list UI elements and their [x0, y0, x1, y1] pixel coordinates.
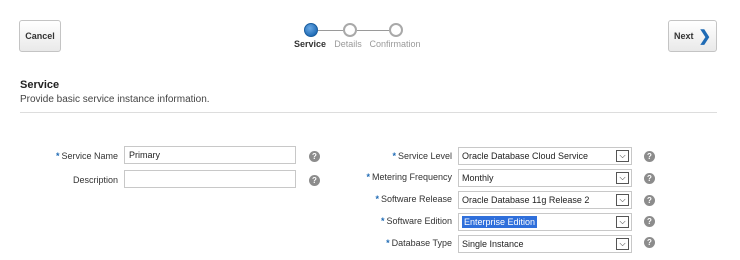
software-edition-value: Enterprise Edition [462, 216, 538, 228]
dropdown-arrow-icon[interactable]: ⌵ [616, 238, 629, 250]
service-level-select[interactable]: Oracle Database Cloud Service ⌵ [458, 147, 632, 165]
description-label: Description [72, 175, 118, 185]
section-title: Service [20, 79, 60, 91]
service-name-input[interactable] [124, 146, 296, 164]
description-input[interactable] [124, 170, 296, 188]
metering-frequency-value: Monthly [462, 173, 494, 183]
train-label-service[interactable]: Service [294, 39, 326, 49]
dropdown-arrow-icon[interactable]: ⌵ [616, 194, 629, 206]
train-connector [318, 30, 343, 31]
help-icon[interactable]: ? [309, 151, 320, 162]
train-stop-confirmation[interactable] [389, 23, 403, 37]
database-type-value: Single Instance [462, 239, 524, 249]
required-marker: * [380, 216, 385, 226]
required-marker: * [392, 151, 396, 161]
progress-train: Service Details Confirmation [288, 22, 428, 52]
section-description: Provide basic service instance informati… [20, 94, 210, 105]
required-marker: * [375, 194, 379, 204]
train-connector [357, 30, 389, 31]
help-icon[interactable]: ? [644, 195, 655, 206]
required-marker: * [366, 172, 370, 182]
section-divider [20, 112, 717, 113]
cancel-button-label: Cancel [25, 31, 55, 41]
software-edition-label: * Software Edition [380, 216, 452, 226]
next-button[interactable]: Next ❯ [668, 20, 717, 52]
service-level-label: * Service Level [392, 151, 452, 161]
software-release-label: * Software Release [375, 194, 452, 204]
help-icon[interactable]: ? [644, 216, 655, 227]
metering-frequency-select[interactable]: Monthly ⌵ [458, 169, 632, 187]
next-button-label: Next [673, 31, 694, 41]
dropdown-arrow-icon[interactable]: ⌵ [616, 172, 629, 184]
database-type-select[interactable]: Single Instance ⌵ [458, 235, 632, 253]
dropdown-arrow-icon[interactable]: ⌵ [616, 216, 629, 228]
help-icon[interactable]: ? [644, 173, 655, 184]
required-marker: * [55, 151, 60, 161]
service-name-label: * Service Name [55, 151, 118, 161]
database-type-label: * Database Type [386, 238, 452, 248]
train-label-confirmation[interactable]: Confirmation [369, 39, 420, 49]
service-level-value: Oracle Database Cloud Service [462, 151, 589, 161]
help-icon[interactable]: ? [644, 237, 655, 248]
help-icon[interactable]: ? [644, 151, 655, 162]
chevron-right-icon: ❯ [698, 27, 712, 45]
software-release-value: Oracle Database 11g Release 2 [462, 195, 590, 205]
software-edition-select[interactable]: Enterprise Edition ⌵ [458, 213, 632, 231]
required-marker: * [386, 238, 390, 248]
train-stop-details[interactable] [343, 23, 357, 37]
metering-frequency-label: * Metering Frequency [366, 172, 452, 182]
dropdown-arrow-icon[interactable]: ⌵ [616, 150, 629, 162]
help-icon[interactable]: ? [309, 175, 320, 186]
train-label-details[interactable]: Details [334, 39, 362, 49]
cancel-button[interactable]: Cancel [19, 20, 61, 52]
software-release-select[interactable]: Oracle Database 11g Release 2 ⌵ [458, 191, 632, 209]
train-stop-service[interactable] [304, 23, 318, 37]
